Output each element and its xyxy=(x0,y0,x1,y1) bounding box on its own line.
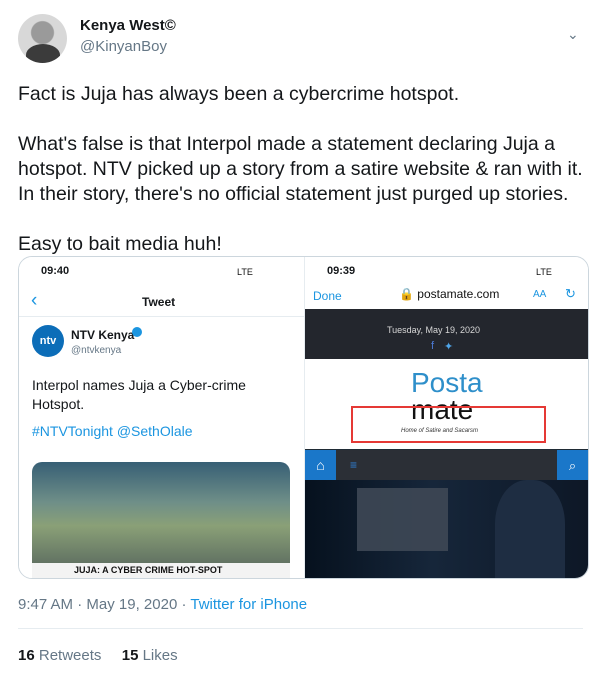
left-divider xyxy=(19,316,304,317)
hero-image xyxy=(305,480,588,578)
left-status-time: 09:40 xyxy=(41,265,70,277)
address-bar[interactable]: 🔒 postamate.com xyxy=(399,287,499,301)
left-account-handle: @ntvkenya xyxy=(71,345,122,356)
tweet-footer: 9:47 AM · May 19, 2020 · Twitter for iPh… xyxy=(18,596,588,613)
user-handle[interactable]: @KinyanBoy xyxy=(80,38,167,55)
left-screenshot: 09:40 LTE ‹ Tweet ntv NTV Kenya @ntvkeny… xyxy=(19,257,305,578)
footer-separator-1: · xyxy=(77,596,83,613)
tweet-stats: 16 Retweets 15 Likes xyxy=(18,647,178,664)
divider xyxy=(18,628,583,629)
site-date: Tuesday, May 19, 2020 xyxy=(387,325,481,335)
tweet-media[interactable]: 09:40 LTE ‹ Tweet ntv NTV Kenya @ntvkeny… xyxy=(18,256,589,579)
footer-separator-2: · xyxy=(181,596,187,613)
twitter-icon[interactable]: ✦ xyxy=(444,340,453,353)
right-screenshot: 09:39 LTE Done 🔒 postamate.com AA ↻ Tues… xyxy=(305,257,588,578)
facebook-icon[interactable]: f xyxy=(431,340,434,352)
news-photo: JUJA: A CYBER CRIME HOT-SPOT xyxy=(32,462,290,578)
left-tweet-text: Interpol names Juja a Cyber-crime Hotspo… xyxy=(32,377,246,412)
chevron-down-icon[interactable]: ⌄ xyxy=(567,26,583,42)
home-icon[interactable]: ⌂ xyxy=(305,450,336,481)
like-count[interactable]: 15 xyxy=(122,647,139,664)
highlight-box xyxy=(351,406,546,443)
site-nav-bar: ⌂ ≡ ⌕ xyxy=(305,449,588,481)
likes-label[interactable]: Likes xyxy=(143,647,178,664)
hooded-figure xyxy=(495,480,565,578)
reload-icon[interactable]: ↻ xyxy=(565,286,576,302)
avatar[interactable] xyxy=(18,14,67,63)
tweet-source[interactable]: Twitter for iPhone xyxy=(190,596,307,613)
ntv-logo: ntv xyxy=(32,325,64,357)
monitor-shape xyxy=(357,488,448,551)
chevron-left-icon[interactable]: ‹ xyxy=(31,290,37,312)
brand-tagline: Home of Satire and Sacarsm xyxy=(401,428,479,434)
verified-badge-icon xyxy=(132,327,142,337)
tweet-time[interactable]: 9:47 AM xyxy=(18,596,73,613)
tweet-date[interactable]: May 19, 2020 xyxy=(86,596,177,613)
news-ticker: JUJA: A CYBER CRIME HOT-SPOT xyxy=(32,563,290,578)
retweets-label[interactable]: Retweets xyxy=(39,647,102,664)
left-hashtags: #NTVTonight @SethOlale xyxy=(32,423,193,439)
right-status-time: 09:39 xyxy=(327,265,356,277)
left-account-name: NTV Kenya xyxy=(71,328,135,342)
display-name[interactable]: Kenya West© xyxy=(80,17,176,34)
aa-button[interactable]: AA xyxy=(533,289,546,300)
search-icon[interactable]: ⌕ xyxy=(557,450,588,481)
tweet-text: Fact is Juja has always been a cybercrim… xyxy=(18,83,583,255)
left-header: Tweet xyxy=(142,295,176,309)
retweet-count[interactable]: 16 xyxy=(18,647,35,664)
left-status-right: LTE xyxy=(237,267,253,277)
site-topbar: Tuesday, May 19, 2020 f ✦ xyxy=(305,309,588,359)
done-button[interactable]: Done xyxy=(313,289,342,303)
right-status-right: LTE xyxy=(536,267,552,277)
address-text: postamate.com xyxy=(417,287,500,301)
menu-icon[interactable]: ≡ xyxy=(350,458,357,472)
